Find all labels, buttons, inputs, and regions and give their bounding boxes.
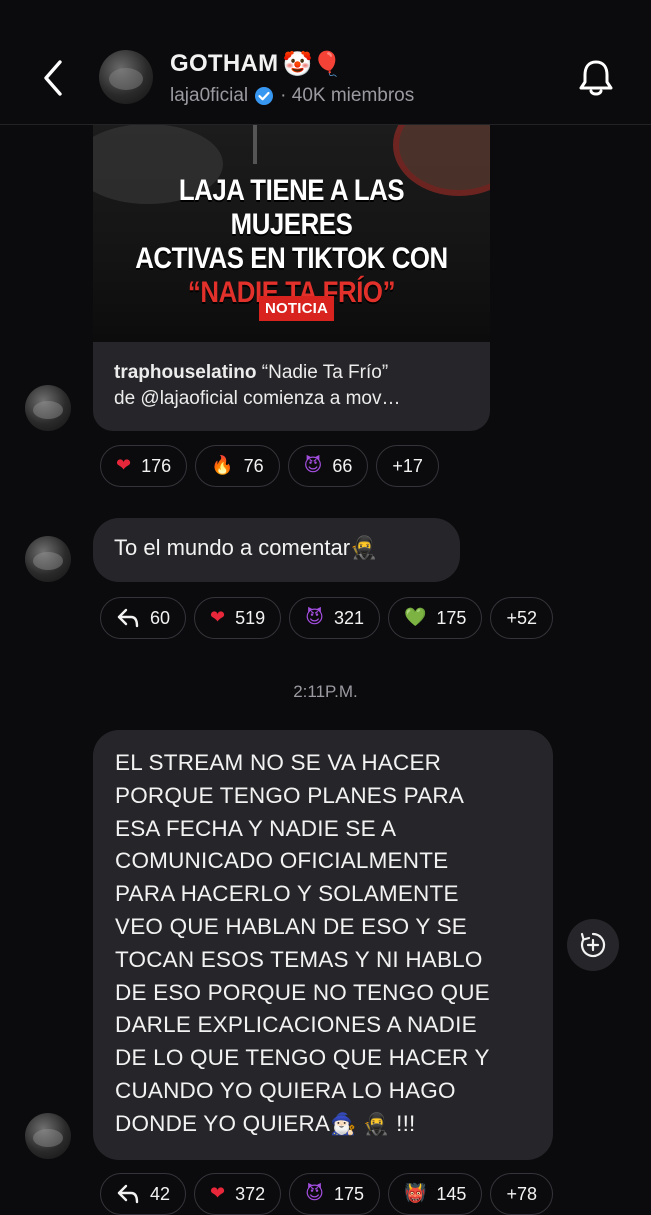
reaction-more[interactable]: +78 xyxy=(490,1173,553,1215)
reaction-count: 42 xyxy=(150,1183,171,1204)
caption-text: “Nadie Ta Frío” xyxy=(256,362,389,383)
sender-avatar[interactable] xyxy=(25,385,71,431)
message-bubble[interactable]: EL STREAM NO SE VA HACER PORQUE TENGO PL… xyxy=(93,730,553,1160)
reaction-count: 175 xyxy=(436,607,467,628)
bell-icon xyxy=(579,60,613,96)
ogre-emoji-icon: 👹 xyxy=(403,1183,427,1204)
member-count: · 40K miembros xyxy=(280,85,415,106)
reaction-fire[interactable]: 🔥 76 xyxy=(195,445,280,487)
chat-header: GOTHAM 🤡🎈 laja0ficial · 40K miembros xyxy=(0,0,651,125)
reply-count[interactable]: 42 xyxy=(100,1173,187,1215)
shared-post-card[interactable]: LAJA TIENE A LAS MUJERES ACTIVAS EN TIKT… xyxy=(93,124,490,431)
reaction-more[interactable]: +52 xyxy=(490,597,553,639)
reaction-count: +17 xyxy=(392,455,423,476)
ninja-emoji: 🥷 xyxy=(350,536,378,561)
devil-emoji-icon: 😈 xyxy=(303,455,323,476)
reaction-count: +78 xyxy=(506,1183,537,1204)
message-text-block: EL STREAM NO SE VA HACER PORQUE TENGO PL… xyxy=(115,747,553,1141)
devil-emoji-icon: 😈 xyxy=(305,1183,324,1204)
post-headline: LAJA TIENE A LAS MUJERES ACTIVAS EN TIKT… xyxy=(121,174,462,310)
group-subtitle: laja0ficial · 40K miembros xyxy=(170,85,414,107)
reaction-count: 76 xyxy=(243,455,264,476)
reaction-devil[interactable]: 😈 66 xyxy=(287,445,369,487)
message-text: EL STREAM NO SE VA HACER PORQUE TENGO PL… xyxy=(115,750,490,1136)
reaction-count: 176 xyxy=(141,455,172,476)
reaction-devil[interactable]: 😈 175 xyxy=(289,1173,380,1215)
clown-balloon-emoji: 🤡🎈 xyxy=(282,50,343,78)
reaction-heart[interactable]: ❤ 372 xyxy=(194,1173,282,1215)
devil-emoji-icon: 😈 xyxy=(305,607,324,628)
chevron-left-icon xyxy=(44,60,62,96)
heart-emoji-icon: ❤ xyxy=(210,1183,226,1204)
reaction-count: +52 xyxy=(506,607,537,628)
reply-arrow-icon xyxy=(117,608,139,628)
reply-count[interactable]: 60 xyxy=(100,597,187,639)
verified-badge-icon xyxy=(255,87,274,105)
message-timestamp: 2:11P.M. xyxy=(293,682,358,701)
shared-post-image[interactable]: LAJA TIENE A LAS MUJERES ACTIVAS EN TIKT… xyxy=(93,124,490,342)
reaction-count: 175 xyxy=(333,1183,364,1204)
owner-handle: laja0ficial xyxy=(170,85,249,106)
reaction-count: 66 xyxy=(332,455,353,476)
headline-line: ACTIVAS EN TIKTOK CON xyxy=(135,242,448,275)
share-message-button[interactable] xyxy=(567,919,619,971)
news-badge: NOTICIA xyxy=(259,296,335,321)
reply-arrow-icon xyxy=(117,1184,139,1204)
message-text-tail: !!! xyxy=(389,1110,416,1136)
sender-avatar[interactable] xyxy=(25,1113,71,1159)
reaction-heart[interactable]: ❤ 176 xyxy=(100,445,188,487)
heart-emoji-icon: ❤ xyxy=(210,607,226,628)
group-title-row[interactable]: GOTHAM 🤡🎈 xyxy=(170,50,342,78)
wizard-ninja-emoji: 🧙🏻‍♂️ 🥷 xyxy=(330,1111,390,1136)
reaction-count: 372 xyxy=(235,1183,266,1204)
shared-post-reactions: ❤ 176 🔥 76 😈 66 +17 xyxy=(100,445,439,487)
reaction-count: 145 xyxy=(436,1183,467,1204)
reaction-heart[interactable]: ❤ 519 xyxy=(194,597,282,639)
post-author: traphouselatino xyxy=(114,362,257,383)
message-reactions: 60 ❤ 519 😈 321 💚 175 +52 xyxy=(100,597,553,639)
message-bubble[interactable]: To el mundo a comentar🥷 xyxy=(93,518,460,582)
group-title: GOTHAM xyxy=(170,50,279,77)
message-text: To el mundo a comentar xyxy=(114,535,351,560)
notifications-button[interactable] xyxy=(576,56,616,100)
back-button[interactable] xyxy=(34,56,74,100)
image-background-shape xyxy=(253,124,257,164)
heart-emoji-icon: ❤ xyxy=(116,455,132,476)
reaction-more[interactable]: +17 xyxy=(376,445,439,487)
reaction-ogre[interactable]: 👹 145 xyxy=(387,1173,483,1215)
reaction-count: 519 xyxy=(235,607,266,628)
reaction-count: 321 xyxy=(333,607,364,628)
fire-emoji-icon: 🔥 xyxy=(211,455,234,476)
share-plus-icon xyxy=(580,932,606,958)
reaction-green-heart[interactable]: 💚 175 xyxy=(387,597,483,639)
shared-post-caption: traphouselatino “Nadie Ta Frío” de @laja… xyxy=(114,360,474,412)
headline-line: LAJA TIENE A LAS MUJERES xyxy=(178,174,405,241)
message-reactions: 42 ❤ 372 😈 175 👹 145 +78 xyxy=(100,1173,553,1215)
green-heart-emoji-icon: 💚 xyxy=(403,607,427,628)
group-avatar[interactable] xyxy=(99,50,153,104)
sender-avatar[interactable] xyxy=(25,536,71,582)
reaction-count: 60 xyxy=(150,607,171,628)
reaction-devil[interactable]: 😈 321 xyxy=(289,597,380,639)
caption-text: de @lajaoficial comienza a mov… xyxy=(114,388,401,409)
